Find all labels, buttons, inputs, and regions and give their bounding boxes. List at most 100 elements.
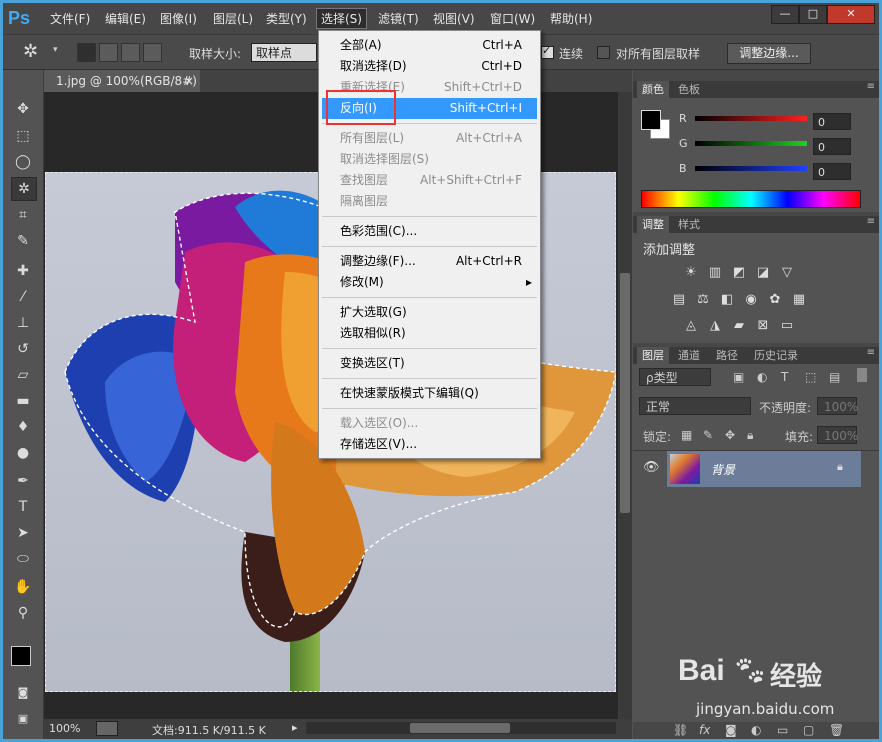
magic-wand-tool-icon[interactable]: ✲ [11, 177, 37, 201]
gradient-tool-icon[interactable]: ▬ [11, 390, 35, 412]
color-lookup-icon[interactable]: ▦ [791, 293, 807, 307]
menu-type[interactable]: 类型(Y) [266, 10, 307, 27]
blend-mode-select[interactable]: 正常 [639, 397, 751, 415]
hand-tool-icon[interactable]: ✋ [11, 576, 35, 598]
chevron-down-icon[interactable]: ▾ [53, 45, 58, 55]
menu-item-color-range[interactable]: 色彩范围(C)... [319, 221, 540, 242]
brightness-icon[interactable]: ☀ [683, 266, 699, 280]
channel-b-value[interactable]: 0 [813, 163, 851, 180]
new-selection-icon[interactable] [77, 43, 96, 62]
menu-file[interactable]: 文件(F) [50, 10, 90, 27]
blur-tool-icon[interactable]: ♦ [11, 416, 35, 438]
document-tab[interactable]: 1.jpg @ 100%(RGB/8#) × [44, 70, 200, 92]
menu-item-quick-mask[interactable]: 在快速蒙版模式下编辑(Q) [319, 383, 540, 404]
path-select-icon[interactable]: ➤ [11, 522, 35, 544]
close-button[interactable]: ✕ [827, 5, 875, 24]
lock-paint-icon[interactable]: ✎ [703, 428, 713, 442]
maximize-button[interactable]: □ [799, 5, 827, 24]
layer-filter-select[interactable]: ρ类型 [639, 368, 711, 386]
channel-mixer-icon[interactable]: ✿ [767, 293, 783, 307]
vertical-scroll-thumb[interactable] [620, 273, 630, 513]
photo-filter-icon[interactable]: ◉ [743, 293, 759, 307]
color-spectrum-bar[interactable] [641, 190, 861, 208]
tab-adjustments[interactable]: 调整 [637, 216, 669, 233]
hue-saturation-icon[interactable]: ▤ [671, 293, 687, 307]
foreground-color-swatch[interactable] [11, 646, 31, 666]
filter-adjust-icon[interactable]: ◐ [757, 370, 767, 384]
dodge-tool-icon[interactable]: ● [11, 442, 35, 464]
shape-tool-icon[interactable]: ⬭ [11, 548, 35, 570]
layer-row-background[interactable]: 背景 🔒︎ [667, 451, 861, 487]
menu-item-deselect[interactable]: 取消选择(D) Ctrl+D [319, 56, 540, 77]
tab-styles[interactable]: 样式 [673, 216, 705, 233]
levels-icon[interactable]: ▥ [707, 266, 723, 280]
tab-color[interactable]: 颜色 [637, 81, 669, 98]
lasso-tool-icon[interactable]: ◯ [11, 151, 35, 173]
menu-window[interactable]: 窗口(W) [490, 10, 535, 27]
filter-shape-icon[interactable]: ⬚ [805, 370, 816, 384]
channel-g-slider[interactable] [695, 141, 807, 146]
refine-edge-button[interactable]: 调整边缘... [727, 43, 811, 64]
crop-tool-icon[interactable]: ⌗ [11, 204, 35, 226]
channel-r-value[interactable]: 0 [813, 113, 851, 130]
lock-all-icon[interactable]: 🔒︎ [747, 428, 753, 443]
horizontal-scroll-thumb[interactable] [410, 723, 510, 733]
quick-mask-icon[interactable]: ◙ [11, 682, 35, 704]
panel-menu-icon[interactable]: ≡ [867, 347, 875, 358]
fill-input[interactable]: 100% [817, 426, 858, 444]
tab-layers[interactable]: 图层 [637, 347, 669, 364]
status-icon[interactable] [96, 721, 118, 736]
lock-position-icon[interactable]: ✥ [725, 428, 735, 442]
screen-mode-icon[interactable]: ▣ [11, 708, 35, 730]
opacity-input[interactable]: 100% [817, 397, 858, 415]
healing-brush-icon[interactable]: ✚ [11, 260, 35, 282]
menu-item-similar[interactable]: 选取相似(R) [319, 323, 540, 344]
invert-icon[interactable]: ◬ [683, 319, 699, 333]
panel-menu-icon[interactable]: ≡ [867, 81, 875, 92]
exposure-icon[interactable]: ◪ [755, 266, 771, 280]
fg-color-swatch[interactable] [641, 110, 661, 130]
gradient-map-icon[interactable]: ▭ [779, 319, 795, 333]
close-tab-icon[interactable]: × [184, 70, 194, 92]
subtract-selection-icon[interactable] [121, 43, 140, 62]
intersect-selection-icon[interactable] [143, 43, 162, 62]
tab-paths[interactable]: 路径 [711, 347, 743, 364]
stamp-tool-icon[interactable]: ⊥ [11, 312, 35, 334]
tab-swatches[interactable]: 色板 [673, 81, 705, 98]
menu-item-grow[interactable]: 扩大选取(G) [319, 302, 540, 323]
history-brush-icon[interactable]: ↺ [11, 338, 35, 360]
channel-g-value[interactable]: 0 [813, 138, 851, 155]
contiguous-checkbox[interactable]: ✓ [541, 44, 554, 59]
menu-edit[interactable]: 编辑(E) [105, 10, 146, 27]
status-menu-arrow-icon[interactable]: ▸ [292, 721, 298, 734]
selective-color-icon[interactable]: ⊠ [755, 319, 771, 333]
eye-icon[interactable]: 👁︎ [643, 460, 660, 475]
tab-channels[interactable]: 通道 [673, 347, 705, 364]
menu-layer[interactable]: 图层(L) [213, 10, 253, 27]
menu-item-save-selection[interactable]: 存储选区(V)... [319, 434, 540, 455]
zoom-level[interactable]: 100% [49, 722, 80, 735]
lock-pixels-icon[interactable]: ▦ [681, 428, 692, 442]
sample-size-select[interactable]: 取样点 [251, 43, 317, 62]
menu-select[interactable]: 选择(S) [316, 8, 367, 29]
channel-r-slider[interactable] [695, 116, 807, 121]
menu-view[interactable]: 视图(V) [433, 10, 475, 27]
eyedropper-tool-icon[interactable]: ✎ [11, 230, 35, 252]
filter-smart-icon[interactable]: ▤ [829, 370, 840, 384]
channel-b-slider[interactable] [695, 166, 807, 171]
menu-item-modify[interactable]: 修改(M) ▸ [319, 272, 540, 293]
menu-item-refine-edge[interactable]: 调整边缘(F)... Alt+Ctrl+R [319, 251, 540, 272]
filter-type-icon[interactable]: T [781, 370, 788, 384]
color-balance-icon[interactable]: ⚖ [695, 293, 711, 307]
menu-filter[interactable]: 滤镜(T) [378, 10, 419, 27]
menu-help[interactable]: 帮助(H) [550, 10, 592, 27]
magic-wand-icon[interactable]: ✲ [23, 41, 38, 62]
eraser-tool-icon[interactable]: ▱ [11, 364, 35, 386]
tab-history[interactable]: 历史记录 [749, 347, 803, 364]
posterize-icon[interactable]: ◮ [707, 319, 723, 333]
move-tool-icon[interactable]: ✥ [11, 98, 35, 120]
menu-item-select-all[interactable]: 全部(A) Ctrl+A [319, 35, 540, 56]
zoom-tool-icon[interactable]: ⚲ [11, 602, 35, 624]
menu-image[interactable]: 图像(I) [160, 10, 197, 27]
menu-item-transform-selection[interactable]: 变换选区(T) [319, 353, 540, 374]
